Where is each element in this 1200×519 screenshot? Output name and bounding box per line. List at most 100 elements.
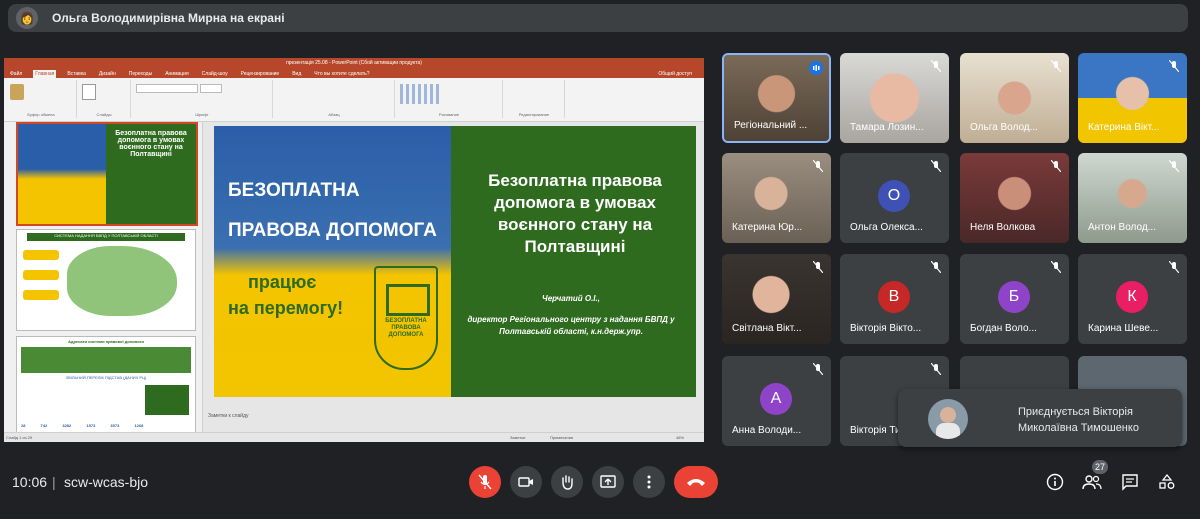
participant-tile[interactable]: О Ольга Олекса... [840, 153, 949, 243]
tab-home[interactable]: Главная [33, 70, 57, 78]
more-options-button[interactable] [633, 466, 665, 498]
slide-title: Безоплатна правова допомога в умовах воє… [488, 171, 662, 256]
participant-tile[interactable]: Катерина Вікт... [1078, 53, 1187, 143]
participant-name: Катерина Вікт... [1088, 122, 1160, 133]
chat-button[interactable] [1118, 470, 1142, 494]
participant-tile[interactable]: Б Богдан Воло... [960, 254, 1069, 344]
font-name-input[interactable] [136, 84, 198, 93]
thumb3-title: Адресати системи правової допомоги [68, 339, 144, 344]
slide-thumb-1[interactable]: Безоплатна правова допомога в умовах воє… [16, 122, 198, 226]
joiner-avatar [928, 399, 968, 439]
tab-insert[interactable]: Вставка [65, 70, 88, 78]
present-button[interactable] [592, 466, 624, 498]
end-call-icon [687, 479, 705, 486]
tab-review[interactable]: Рецензирование [239, 70, 282, 78]
ppt-title-bar: презентація 25.08 - PowerPoint (Сбой акт… [4, 58, 704, 68]
paste-icon[interactable] [10, 84, 24, 100]
participant-tile[interactable]: Антон Волод... [1078, 153, 1187, 243]
slide-left-line3: працює [248, 272, 317, 292]
mic-off-icon [929, 362, 943, 376]
slide-left-line1: БЕЗОПЛАТНА [228, 180, 360, 201]
mic-toggle-button[interactable] [469, 466, 501, 498]
mic-off-icon [1049, 59, 1063, 73]
region-map [67, 246, 177, 316]
group-drawing: Рисование [396, 80, 503, 118]
participant-name: Ольга Олекса... [850, 222, 923, 233]
participant-tile[interactable]: Катерина Юр... [722, 153, 831, 243]
separator: | [52, 474, 56, 490]
meeting-info-button[interactable] [1043, 470, 1067, 494]
zoom-level[interactable]: 46% [676, 435, 684, 440]
meeting-code: scw-wcas-bjo [64, 474, 149, 490]
new-slide-icon[interactable] [82, 84, 96, 100]
slide-thumb-3[interactable]: Адресати системи правової допомоги ЗВІЛЬ… [16, 336, 196, 434]
meeting-time: 10:06 [12, 474, 48, 490]
tab-file[interactable]: Файл [8, 70, 24, 78]
mic-off-icon [1167, 159, 1181, 173]
tell-me-search[interactable]: Что вы хотите сделать? [312, 70, 371, 78]
participant-name: Неля Волкова [970, 222, 1036, 233]
tab-slideshow[interactable]: Слайд-шоу [200, 70, 230, 78]
tab-view[interactable]: Вид [290, 70, 303, 78]
camera-toggle-button[interactable] [510, 466, 542, 498]
info-icon [1046, 473, 1064, 491]
thumb1-title: Безоплатна правова допомога в умовах воє… [106, 124, 196, 224]
notes-pane[interactable]: Заметки к слайду [208, 413, 249, 419]
mic-off-icon [1167, 59, 1181, 73]
comments-toggle[interactable]: Примечания [550, 435, 573, 440]
join-notification: Приєднується Вікторія Миколаївна Тимошен… [898, 389, 1182, 447]
mic-off-icon [478, 474, 492, 490]
group-editing: Редактирование [504, 80, 565, 118]
participant-tile[interactable]: Регіональний ... [722, 53, 831, 143]
font-size-input[interactable] [200, 84, 222, 93]
presentation-title: Ольга Володимирівна Мирна на екрані [52, 11, 285, 25]
thumb3-subtitle: ЗВІЛЬНИЙ ПЕРЕЛІК ПІДСТАВ (ДАНИХ РЦ) [65, 375, 147, 380]
slide-thumbnails: Безоплатна правова допомога в умовах воє… [4, 122, 203, 434]
avatar: К [1116, 281, 1148, 313]
notes-toggle[interactable]: Заметки [510, 435, 525, 440]
participant-name: Анна Володи... [732, 425, 802, 436]
raise-hand-button[interactable] [551, 466, 583, 498]
ppt-ribbon: Буфер обмена Слайды Шрифт Абзац Рисовани… [4, 78, 704, 122]
mic-off-icon [1167, 260, 1181, 274]
ppt-status-bar: Слайд 1 из 29 Заметки Примечания 46% [4, 432, 704, 442]
participant-tile[interactable]: Тамара Лозин... [840, 53, 949, 143]
group-paragraph: Абзац [274, 80, 395, 118]
group-slides: Слайды [78, 80, 131, 118]
present-screen-icon [600, 475, 616, 488]
meeting-controls: 10:06 | scw-wcas-bjo 27 [0, 460, 1200, 510]
avatar: О [878, 180, 910, 212]
camera-icon [518, 477, 533, 487]
ppt-window-title: презентація 25.08 - PowerPoint (Сбой акт… [286, 60, 422, 66]
presentation-banner: 👩 Ольга Володимирівна Мирна на екрані [8, 4, 1188, 32]
participant-tile[interactable]: А Анна Володи... [722, 356, 831, 446]
participant-tile[interactable]: К Карина Шеве... [1078, 254, 1187, 344]
mic-off-icon [811, 260, 825, 274]
slide-thumb-2[interactable]: СИСТЕМА НАДАННЯ БВПД У ПОЛТАВСЬКІЙ ОБЛАС… [16, 229, 196, 331]
leave-call-button[interactable] [674, 466, 718, 498]
participant-tile[interactable]: Неля Волкова [960, 153, 1069, 243]
participant-tile[interactable]: Ольга Волод... [960, 53, 1069, 143]
tab-animation[interactable]: Анимация [163, 70, 190, 78]
slide-counter: Слайд 1 из 29 [6, 435, 33, 440]
people-icon [1082, 475, 1102, 490]
shared-screen: презентація 25.08 - PowerPoint (Сбой акт… [4, 58, 704, 442]
participant-count-badge: 27 [1092, 460, 1108, 474]
presenter-avatar: 👩 [16, 7, 38, 29]
activities-button[interactable] [1155, 470, 1179, 494]
mic-off-icon [1049, 260, 1063, 274]
mic-off-icon [811, 159, 825, 173]
tab-design[interactable]: Дизайн [97, 70, 118, 78]
participant-tile[interactable]: Світлана Вікт... [722, 254, 831, 344]
shapes-gallery[interactable] [400, 84, 440, 104]
bpd-logo: БЕЗОПЛАТНА ПРАВОВА ДОПОМОГА [374, 266, 438, 370]
participant-tile[interactable]: В Вікторія Вікто... [840, 254, 949, 344]
mic-off-icon [929, 159, 943, 173]
avatar: В [878, 281, 910, 313]
slide-author: Черчатий О.І., [542, 294, 600, 303]
participant-name: Карина Шеве... [1088, 323, 1159, 334]
mic-off-icon [1049, 159, 1063, 173]
tab-transitions[interactable]: Переходы [127, 70, 154, 78]
slide-left-line4: на перемогу! [228, 298, 344, 318]
share-button[interactable]: Общий доступ [656, 70, 694, 78]
